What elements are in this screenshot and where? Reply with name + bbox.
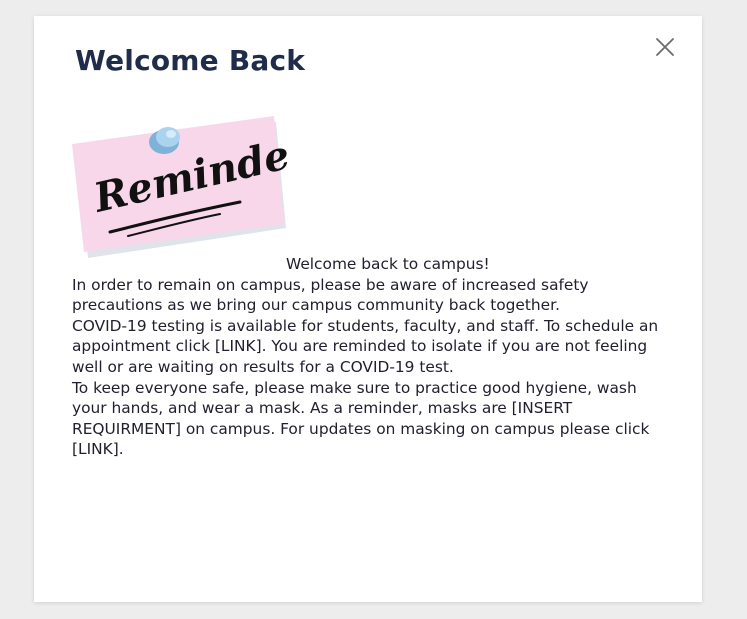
body-paragraph: To keep everyone safe, please make sure … <box>72 378 650 459</box>
welcome-lead-text: Welcome back to campus! <box>286 255 490 273</box>
modal-title: Welcome Back <box>75 44 306 77</box>
reminder-note-image: Reminder! <box>70 104 332 264</box>
close-icon <box>656 38 674 56</box>
welcome-modal: Welcome Back Reminder! Welcome back to c… <box>34 16 702 602</box>
body-paragraph: COVID-19 testing is available for studen… <box>72 316 659 376</box>
modal-body-text: Welcome back to campus! In order to rema… <box>72 254 672 460</box>
reminder-sticky-note-icon: Reminder! <box>72 116 332 258</box>
body-paragraph: In order to remain on campus, please be … <box>72 275 589 315</box>
close-button[interactable] <box>652 34 678 60</box>
